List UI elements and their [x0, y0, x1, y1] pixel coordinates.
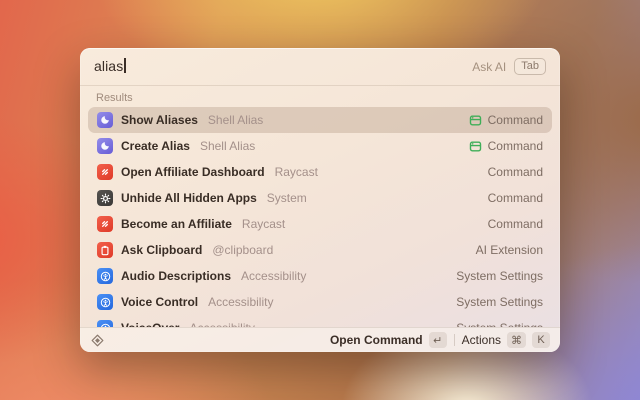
tab-key-hint: Tab	[514, 58, 546, 75]
result-row-unhide-all-hidden-apps[interactable]: Unhide All Hidden Apps System Command	[88, 185, 552, 211]
accessibility-blue-icon	[97, 320, 113, 327]
search-input[interactable]: alias	[94, 58, 126, 76]
result-row-create-alias[interactable]: Create Alias Shell Alias Command	[88, 133, 552, 159]
search-bar: alias Ask AI Tab	[80, 48, 560, 86]
result-type-label: System Settings	[456, 295, 543, 309]
shell-alias-icon	[97, 138, 113, 154]
result-row-show-aliases[interactable]: Show Aliases Shell Alias Command	[88, 107, 552, 133]
result-title: Unhide All Hidden Apps	[121, 191, 257, 205]
search-query-text: alias	[94, 58, 123, 74]
terminal-green-icon	[469, 114, 482, 127]
result-type-label: Command	[488, 191, 543, 205]
clipboard-red-icon	[97, 242, 113, 258]
result-type-label: Command	[488, 139, 543, 153]
result-subtitle: System	[267, 191, 307, 205]
actions-button[interactable]: Actions ⌘ K	[462, 332, 550, 348]
enter-key-icon: ↵	[429, 332, 447, 348]
result-row-open-affiliate-dashboard[interactable]: Open Affiliate Dashboard Raycast Command	[88, 159, 552, 185]
raycast-red-icon	[97, 216, 113, 232]
command-key-icon: ⌘	[507, 332, 526, 348]
result-type-label: Command	[488, 217, 543, 231]
result-type-label: AI Extension	[476, 243, 543, 257]
result-row-voiceover[interactable]: VoiceOverAccessibilitySystem Settings	[88, 315, 552, 327]
result-type-label: System Settings	[456, 269, 543, 283]
raycast-red-icon	[97, 164, 113, 180]
result-title: Become an Affiliate	[121, 217, 232, 231]
raycast-logo-icon	[90, 333, 105, 348]
result-title: Create Alias	[121, 139, 190, 153]
result-subtitle: Raycast	[275, 165, 318, 179]
result-title: Audio Descriptions	[121, 269, 231, 283]
results-list: Show AliasesShell AliasCommandCreate Ali…	[80, 107, 560, 327]
result-title: Ask Clipboard	[121, 243, 202, 257]
result-subtitle: Raycast	[242, 217, 285, 231]
result-title: Show Aliases	[121, 113, 198, 127]
result-row-voice-control[interactable]: Voice Control Accessibility System Setting…	[88, 289, 552, 315]
result-subtitle: Shell Alias	[208, 113, 263, 127]
k-key-icon: K	[532, 332, 550, 348]
shell-alias-icon	[97, 112, 113, 128]
result-row-audio-descriptions[interactable]: Audio Descriptions Accessibility System Se…	[88, 263, 552, 289]
result-row-ask-clipboard[interactable]: Ask Clipboard @clipboard AI Extension	[88, 237, 552, 263]
result-subtitle: @clipboard	[212, 243, 273, 257]
result-subtitle: Accessibility	[208, 295, 273, 309]
raycast-launcher-window: alias Ask AI Tab Results Show AliasesShe…	[80, 48, 560, 352]
accessibility-blue-icon	[97, 268, 113, 284]
action-bar: Open Command ↵ Actions ⌘ K	[80, 327, 560, 352]
result-title: Voice Control	[121, 295, 198, 309]
open-command-label: Open Command	[330, 333, 423, 347]
gear-dark-icon	[97, 190, 113, 206]
ask-ai-button[interactable]: Ask AI	[472, 60, 506, 74]
results-section-label: Results	[80, 86, 560, 107]
result-subtitle: Shell Alias	[200, 139, 255, 153]
result-type-label: Command	[488, 113, 543, 127]
result-title: Open Affiliate Dashboard	[121, 165, 265, 179]
result-row-become-an-affiliate[interactable]: Become an Affiliate Raycast Command	[88, 211, 552, 237]
open-command-button[interactable]: Open Command ↵	[330, 332, 447, 348]
text-caret	[124, 58, 126, 73]
accessibility-blue-icon	[97, 294, 113, 310]
result-type-label: Command	[488, 165, 543, 179]
terminal-green-icon	[469, 140, 482, 153]
footer-divider	[454, 334, 455, 346]
actions-label: Actions	[462, 333, 501, 347]
result-subtitle: Accessibility	[241, 269, 306, 283]
